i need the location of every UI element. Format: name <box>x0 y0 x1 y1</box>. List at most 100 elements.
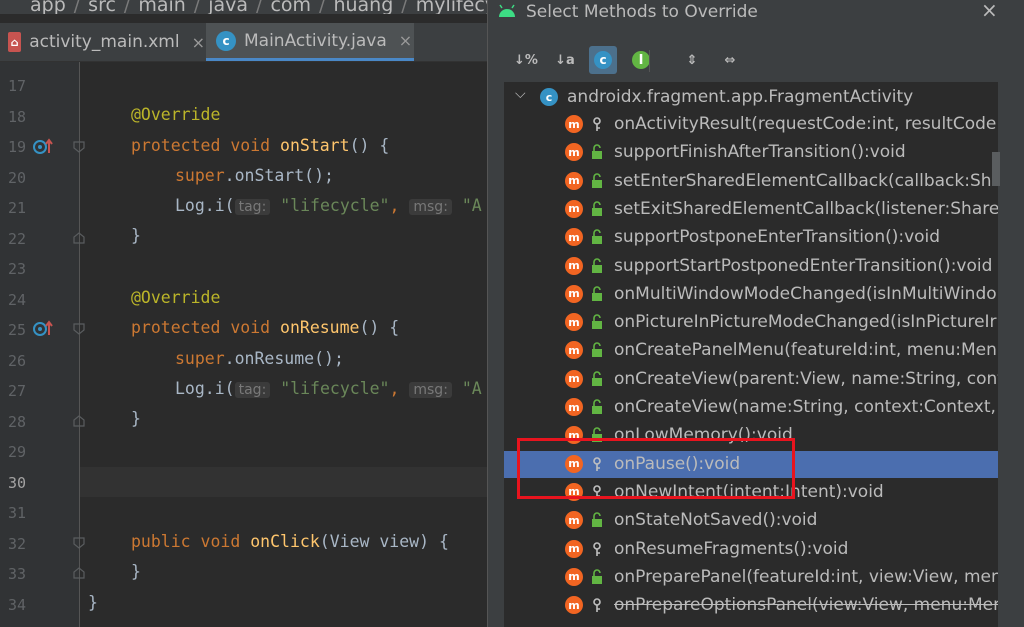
android-icon <box>499 4 515 17</box>
select-methods-dialog: Select Methods to Override × ↓% ↓a c I ⇕… <box>487 0 1024 627</box>
breadcrumb-item[interactable]: huang <box>333 0 393 14</box>
method-signature: onPictureInPictureModeChanged(isInPictur… <box>614 312 997 333</box>
method-signature: onStateNotSaved():void <box>614 510 818 531</box>
public-lock-icon <box>592 569 602 584</box>
code-editor[interactable]: 17 18 19 20 21 22 23 24 25 26 27 28 29 30 31 32 33 34 @Ov… <box>0 62 490 627</box>
method-icon: m <box>565 115 583 133</box>
tab-activity-main-xml[interactable]: ⌂ activity_main.xml × <box>0 23 205 61</box>
tab-mainactivity-java[interactable]: c MainActivity.java × <box>206 23 414 61</box>
protected-key-icon <box>593 541 601 556</box>
code-line-26: super.onResume(); <box>175 349 344 368</box>
method-icon: m <box>565 398 583 416</box>
method-signature: onResumeFragments():void <box>614 538 849 559</box>
tab-label: MainActivity.java <box>244 30 387 51</box>
sort-by-percent-button[interactable]: ↓% <box>512 46 540 74</box>
scrollbar-thumb[interactable] <box>992 152 1000 186</box>
code-line-25: protected void onResume() { <box>131 318 400 337</box>
line-number: 34 <box>7 595 26 614</box>
breadcrumb-separator: / <box>193 0 201 14</box>
line-number: 30 <box>7 473 26 492</box>
close-icon[interactable]: × <box>981 0 998 22</box>
override-marker-icon[interactable] <box>32 319 54 339</box>
method-row[interactable]: m setEnterSharedElementCallback(callback:… <box>504 168 998 195</box>
fold-icon[interactable] <box>72 231 86 245</box>
tab-label: activity_main.xml <box>29 32 180 52</box>
public-lock-icon <box>592 399 602 414</box>
show-classes-button[interactable]: c <box>589 46 617 74</box>
breadcrumb-item[interactable]: app <box>30 0 66 14</box>
close-icon[interactable]: × <box>192 33 205 52</box>
method-row[interactable]: m onPrepareOptionsPanel(view:View, menu:M… <box>504 592 998 619</box>
sort-alphabetically-button[interactable]: ↓a <box>551 46 579 74</box>
parameter-hint: tag: <box>234 382 271 398</box>
public-lock-icon <box>592 172 602 188</box>
method-signature: supportStartPostponedEnterTransition():v… <box>614 255 993 276</box>
fold-icon[interactable] <box>72 536 86 550</box>
method-icon: m <box>565 511 583 530</box>
breadcrumb-item[interactable]: src <box>88 0 116 14</box>
method-row[interactable]: m onActivityResult(requestCode:int, resul… <box>504 111 998 138</box>
current-line-highlight <box>80 467 490 497</box>
method-row[interactable]: m onCreateView(name:String, context:Conte… <box>504 394 998 421</box>
public-lock-icon <box>592 314 602 330</box>
method-row[interactable]: m supportPostponeEnterTransition():void <box>504 224 998 251</box>
fold-icon[interactable] <box>72 140 86 154</box>
method-row[interactable]: m onStateNotSaved():void <box>504 507 998 534</box>
breadcrumb-item[interactable]: java <box>208 0 248 14</box>
override-marker-icon[interactable] <box>32 137 54 157</box>
public-lock-icon <box>592 229 602 245</box>
parameter-hint: msg: <box>409 382 452 398</box>
chevron-down-icon[interactable]: ⌵ <box>515 86 526 102</box>
parameter-hint: msg: <box>409 199 452 215</box>
method-icon: m <box>565 171 583 190</box>
dialog-title-bar: Select Methods to Override × <box>488 0 1024 26</box>
line-number: 20 <box>7 168 26 187</box>
breadcrumb-item[interactable]: main <box>138 0 185 14</box>
code-line-33: } <box>131 562 141 581</box>
fold-icon[interactable] <box>72 322 86 336</box>
code-line-20: super.onStart(); <box>175 166 334 185</box>
breadcrumb-separator: / <box>73 0 81 14</box>
method-signature: onCreatePanelMenu(featureId:int, menu:Me… <box>614 340 998 361</box>
method-signature: onActivityResult(requestCode:int, result… <box>614 114 998 134</box>
method-row[interactable]: m onCreateView(parent:View, name:String, … <box>504 366 998 393</box>
fold-icon[interactable] <box>72 414 86 428</box>
line-number: 27 <box>7 382 26 400</box>
breadcrumb-separator: / <box>401 0 408 14</box>
public-lock-icon <box>592 512 602 528</box>
method-row[interactable]: m onPreparePanel(featureId:int, view:View… <box>504 564 998 591</box>
line-number: 24 <box>7 290 26 309</box>
close-icon[interactable]: × <box>399 31 412 50</box>
collapse-all-button[interactable]: ⇔ <box>716 46 744 74</box>
tree-root-class[interactable]: ⌵ c androidx.fragment.app.FragmentActivi… <box>504 84 998 111</box>
method-icon: m <box>565 228 583 247</box>
method-row[interactable]: m onCreatePanelMenu(featureId:int, menu:M… <box>504 337 998 364</box>
line-number: 33 <box>7 565 26 583</box>
method-row[interactable]: m onResumeFragments():void <box>504 536 998 563</box>
expand-all-button[interactable]: ⇕ <box>678 46 706 74</box>
xml-file-icon: ⌂ <box>8 32 22 52</box>
line-number: 22 <box>7 229 26 248</box>
fold-icon[interactable] <box>72 566 86 580</box>
show-interfaces-button[interactable]: I <box>627 46 655 74</box>
line-number: 31 <box>7 504 26 522</box>
method-signature: supportFinishAfterTransition():void <box>614 142 906 163</box>
parameter-hint: tag: <box>234 199 271 215</box>
method-row[interactable]: m setExitSharedElementCallback(listener:S… <box>504 196 998 223</box>
code-line-28: } <box>131 409 141 428</box>
code-line-19: protected void onStart() { <box>131 136 390 155</box>
method-icon: m <box>565 539 583 558</box>
method-row[interactable]: m supportStartPostponedEnterTransition():… <box>504 253 998 280</box>
method-row[interactable]: m onPictureInPictureModeChanged(isInPictu… <box>504 309 998 336</box>
method-signature: onPreparePanel(featureId:int, view:View,… <box>614 566 998 587</box>
method-row[interactable]: m onMultiWindowModeChanged(isInMultiWindo <box>504 281 998 308</box>
method-icon: m <box>565 199 583 218</box>
method-tree[interactable]: ⌵ c androidx.fragment.app.FragmentActivi… <box>504 82 998 627</box>
method-signature: onPrepareOptionsPanel(view:View, menu:Me… <box>614 595 998 616</box>
breadcrumb-item[interactable]: com <box>270 0 311 14</box>
line-number: 17 <box>7 77 26 95</box>
toolbar-separator <box>649 50 650 72</box>
line-number: 29 <box>7 443 26 461</box>
method-row[interactable]: m supportFinishAfterTransition():void <box>504 139 998 166</box>
method-icon: m <box>565 143 583 162</box>
